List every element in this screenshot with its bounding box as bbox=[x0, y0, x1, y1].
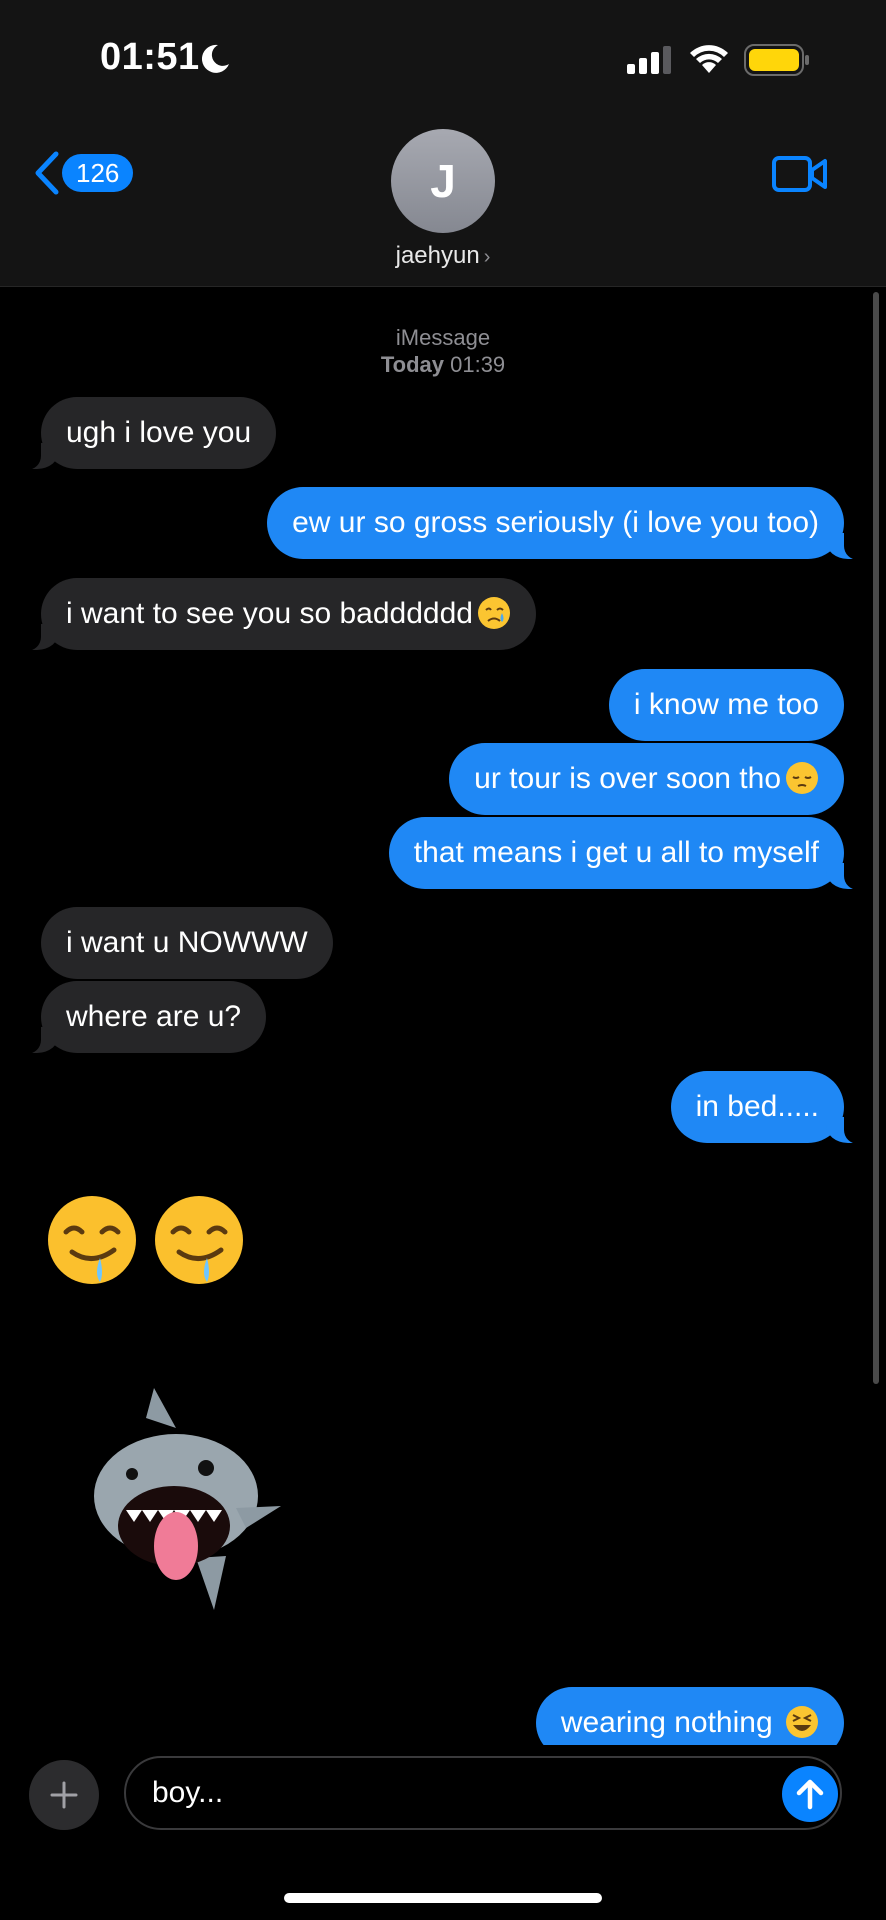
moon-icon bbox=[201, 44, 229, 73]
drooling-face-icon[interactable] bbox=[151, 1192, 247, 1288]
shark-sticker-icon[interactable] bbox=[86, 1388, 286, 1614]
message-text: where are u? bbox=[66, 1000, 242, 1033]
message-bubble-incoming[interactable]: i want u NOWWW bbox=[41, 907, 333, 979]
timestamp-time: 01:39 bbox=[450, 352, 506, 377]
home-indicator[interactable] bbox=[284, 1893, 602, 1903]
thread-timestamp: iMessage Today 01:39 bbox=[0, 324, 886, 378]
unread-count-badge: 126 bbox=[62, 154, 134, 192]
signal-icon bbox=[627, 46, 671, 74]
plus-icon bbox=[50, 1781, 78, 1809]
crying-face-icon bbox=[477, 597, 510, 630]
message-bubble-incoming[interactable]: i want to see you so badddddd bbox=[19, 578, 536, 651]
grinning-squinting-face-icon bbox=[786, 1706, 818, 1739]
scrollbar[interactable] bbox=[873, 292, 879, 1384]
contact-name-button[interactable]: jaehyun › bbox=[0, 242, 886, 270]
message-text: ur tour is over soon tho bbox=[474, 762, 781, 795]
pensive-face-icon bbox=[786, 762, 818, 795]
message-text: that means i get u all to myself bbox=[413, 836, 819, 869]
message-text: ew ur so gross seriously (i love you too… bbox=[292, 506, 819, 539]
chevron-right-icon: › bbox=[483, 246, 491, 268]
send-button[interactable] bbox=[782, 1766, 838, 1822]
message-bubble-incoming[interactable]: ugh i love you bbox=[18, 397, 277, 470]
timestamp-day: Today bbox=[380, 352, 444, 377]
chevron-left-icon bbox=[35, 151, 59, 195]
status-time: 01:51 bbox=[100, 36, 200, 78]
add-attachment-button[interactable] bbox=[29, 1760, 99, 1830]
arrow-up-icon bbox=[796, 1779, 824, 1810]
wifi-icon bbox=[690, 45, 728, 73]
message-input[interactable]: boy... bbox=[124, 1756, 842, 1830]
message-bubble-outgoing[interactable]: ur tour is over soon tho bbox=[449, 743, 844, 815]
message-text: wearing nothing bbox=[560, 1706, 773, 1739]
status-bar: 01:51 bbox=[0, 0, 886, 110]
back-button[interactable]: 126 bbox=[30, 150, 134, 196]
contact-name: jaehyun bbox=[395, 242, 480, 269]
message-text: i want u NOWWW bbox=[66, 926, 308, 959]
message-bubble-outgoing[interactable]: that means i get u all to myself bbox=[388, 817, 867, 890]
message-text: in bed..... bbox=[695, 1090, 819, 1123]
message-input-text: boy... bbox=[152, 1776, 224, 1809]
battery-icon bbox=[744, 44, 809, 76]
message-bubble-incoming[interactable]: where are u? bbox=[18, 981, 267, 1054]
avatar[interactable]: J bbox=[391, 129, 495, 233]
service-label: iMessage bbox=[395, 325, 491, 350]
message-bubble-outgoing[interactable]: i know me too bbox=[608, 669, 844, 741]
message-bubble-outgoing[interactable]: ew ur so gross seriously (i love you too… bbox=[267, 487, 866, 560]
message-bubble-outgoing[interactable]: in bed..... bbox=[670, 1071, 867, 1144]
message-text: ugh i love you bbox=[66, 416, 252, 449]
composer-bar: boy... bbox=[0, 1745, 886, 1920]
message-text: i know me too bbox=[633, 688, 819, 721]
conversation-header: 126 J jaehyun › bbox=[0, 110, 886, 287]
video-camera-icon[interactable] bbox=[772, 154, 828, 194]
drooling-face-icon[interactable] bbox=[44, 1192, 140, 1288]
message-text: i want to see you so badddddd bbox=[66, 597, 473, 630]
